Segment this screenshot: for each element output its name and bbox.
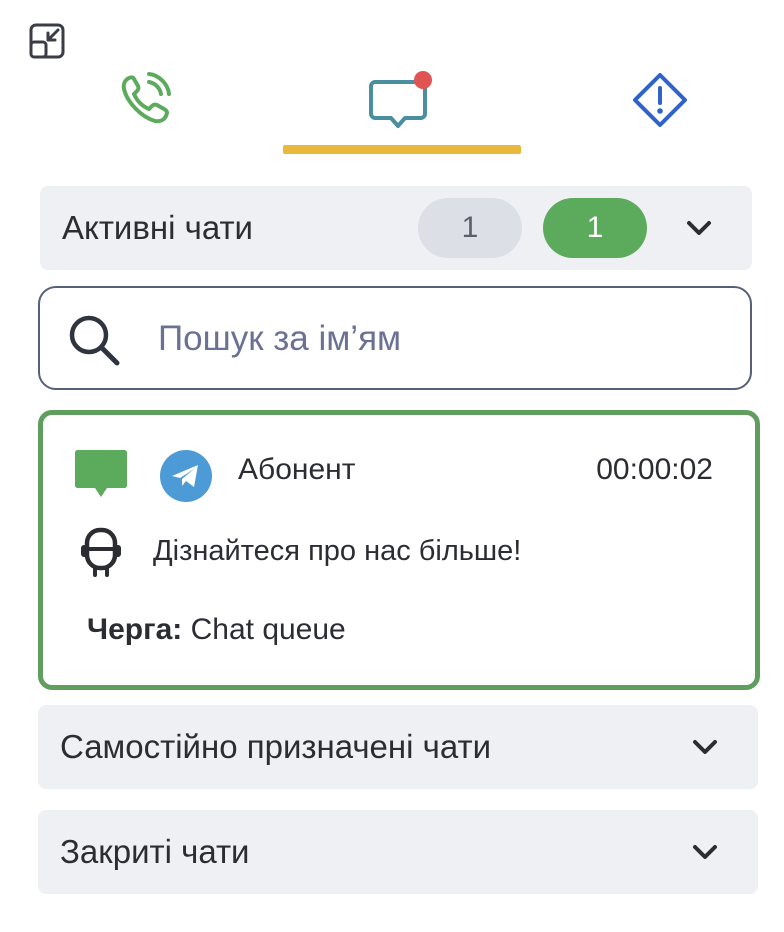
minimize-window-icon[interactable]	[28, 22, 66, 60]
queue-label: Черга:	[87, 613, 183, 646]
tab-alerts[interactable]	[605, 70, 715, 140]
telegram-icon	[160, 450, 212, 502]
section-self-assigned-chats[interactable]: Самостійно призначені чати	[38, 705, 758, 789]
chat-icon	[369, 71, 432, 128]
search-input[interactable]	[156, 302, 720, 376]
section-title: Самостійно призначені чати	[60, 728, 491, 765]
chat-contact-name: Абонент	[238, 453, 356, 486]
chat-last-message: Дізнайтеся про нас більше!	[153, 535, 522, 567]
chevron-down-icon[interactable]	[690, 733, 720, 761]
chat-card[interactable]: Абонент 00:00:02 Дізнайтеся про нас біль…	[38, 410, 760, 690]
chat-bubble-icon	[75, 450, 127, 497]
chevron-down-icon[interactable]	[690, 838, 720, 866]
section-title: Активні чати	[62, 209, 253, 246]
chat-timer: 00:00:02	[596, 453, 713, 486]
phone-icon	[121, 72, 171, 124]
tab-calls[interactable]	[90, 70, 200, 140]
my-count-badge: 1	[543, 198, 647, 258]
tab-chats[interactable]	[345, 70, 455, 140]
section-closed-chats[interactable]: Закриті чати	[38, 810, 758, 894]
chat-queue: Черга: Chat queue	[87, 613, 346, 647]
search-icon	[69, 315, 120, 366]
section-active-chats[interactable]: Активні чати 1 1	[40, 186, 752, 270]
section-title: Закриті чати	[60, 833, 250, 870]
active-tab-indicator	[283, 145, 521, 154]
alert-diamond-icon	[633, 73, 687, 127]
chevron-down-icon[interactable]	[684, 214, 714, 242]
bot-icon	[81, 527, 121, 577]
total-count-badge: 1	[418, 198, 522, 258]
queue-value: Chat queue	[190, 613, 346, 646]
notification-dot	[414, 71, 432, 89]
search-field[interactable]	[38, 286, 752, 390]
